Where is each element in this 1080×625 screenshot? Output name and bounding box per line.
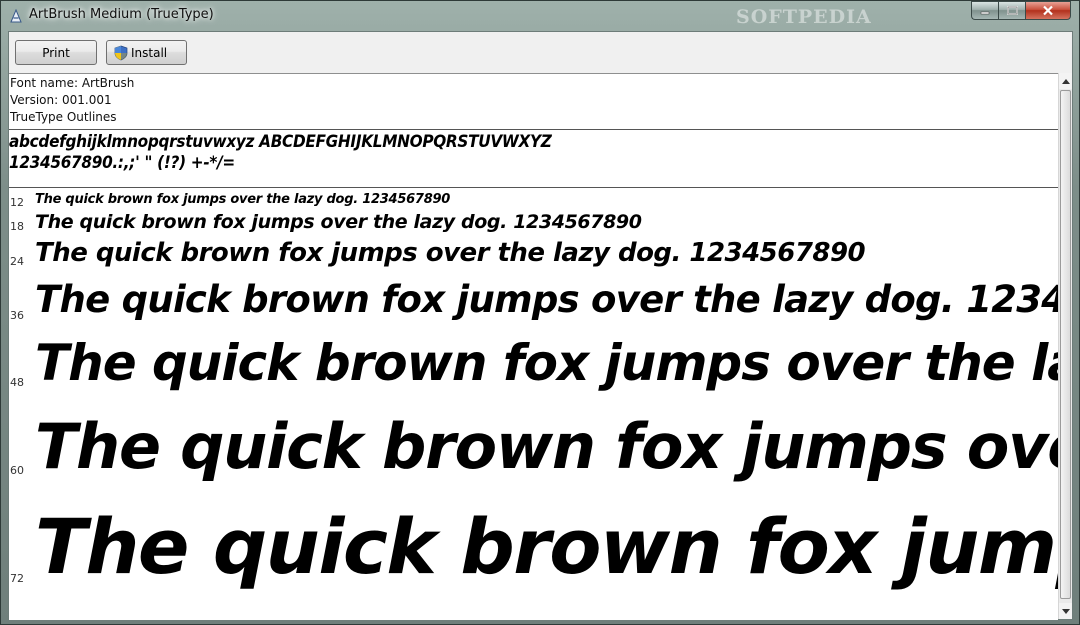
size-label: 36	[10, 309, 24, 322]
sample-text: The quick brown fox jumps over the lazy …	[35, 502, 1058, 591]
sample-row-12: 12 The quick brown fox jumps over the la…	[9, 191, 1058, 211]
sample-text: The quick brown fox jumps over the lazy …	[35, 334, 1058, 392]
install-button-label: Install	[131, 45, 168, 60]
arrow-up-icon	[1061, 78, 1070, 84]
scroll-thumb[interactable]	[1060, 90, 1071, 599]
close-icon	[1043, 5, 1053, 16]
font-version-line: Version: 001.001	[10, 93, 112, 107]
uac-shield-icon	[114, 45, 128, 60]
size-label: 24	[10, 255, 24, 268]
font-file-icon[interactable]	[9, 8, 23, 23]
minimize-button[interactable]	[971, 1, 998, 20]
window-frame: ArtBrush Medium (TrueType) SOFTPEDIA Pri…	[0, 0, 1080, 625]
client-area: Print Install Font name: ArtBrush Versio…	[8, 31, 1073, 620]
sample-text: The quick brown fox jumps over the lazy …	[35, 278, 1058, 321]
sample-row-72: 72 The quick brown fox jumps over the la…	[9, 502, 1058, 620]
charset-symbols: 1234567890.:,;' " (!?) +-*/=	[9, 153, 235, 173]
arrow-down-icon	[1061, 608, 1070, 614]
scroll-down-button[interactable]	[1059, 603, 1072, 619]
charset-letters: abcdefghijklmnopqrstuvwxyz ABCDEFGHIJKLM…	[9, 132, 552, 152]
minimize-icon	[980, 11, 990, 14]
caption-buttons	[971, 1, 1071, 21]
font-name-line: Font name: ArtBrush	[10, 76, 135, 90]
size-label: 72	[10, 572, 24, 585]
vertical-scrollbar[interactable]	[1058, 73, 1072, 619]
sample-text: The quick brown fox jumps over the lazy …	[35, 238, 866, 268]
close-button[interactable]	[1025, 1, 1071, 20]
maximize-icon	[1006, 6, 1018, 15]
size-label: 48	[10, 376, 24, 389]
divider	[9, 129, 1058, 130]
divider	[9, 187, 1058, 188]
size-label: 12	[10, 196, 24, 209]
print-button[interactable]: Print	[15, 40, 97, 65]
sample-row-18: 18 The quick brown fox jumps over the la…	[9, 210, 1058, 236]
size-label: 60	[10, 464, 24, 477]
sample-text: The quick brown fox jumps over the lazy …	[35, 410, 1058, 483]
character-set: abcdefghijklmnopqrstuvwxyz ABCDEFGHIJKLM…	[9, 132, 552, 174]
font-info: Font name: ArtBrush Version: 001.001 Tru…	[9, 74, 1058, 128]
font-preview-pane[interactable]: Font name: ArtBrush Version: 001.001 Tru…	[9, 73, 1058, 620]
scroll-up-button[interactable]	[1059, 73, 1072, 89]
sample-text: The quick brown fox jumps over the lazy …	[35, 192, 451, 207]
sample-row-60: 60 The quick brown fox jumps over the la…	[9, 410, 1058, 502]
window-title: ArtBrush Medium (TrueType)	[29, 7, 214, 22]
toolbar: Print Install	[9, 32, 1072, 73]
print-button-label: Print	[42, 45, 70, 60]
font-type-line: TrueType Outlines	[10, 110, 117, 124]
sample-text: The quick brown fox jumps over the lazy …	[35, 211, 642, 233]
maximize-button[interactable]	[998, 1, 1025, 20]
sample-row-24: 24 The quick brown fox jumps over the la…	[9, 237, 1058, 273]
watermark: SOFTPEDIA	[736, 6, 872, 28]
sample-row-48: 48 The quick brown fox jumps over the la…	[9, 334, 1058, 410]
title-bar[interactable]: ArtBrush Medium (TrueType) SOFTPEDIA	[1, 1, 1079, 31]
install-button[interactable]: Install	[106, 40, 187, 65]
size-label: 18	[10, 220, 24, 233]
sample-row-36: 36 The quick brown fox jumps over the la…	[9, 278, 1058, 334]
